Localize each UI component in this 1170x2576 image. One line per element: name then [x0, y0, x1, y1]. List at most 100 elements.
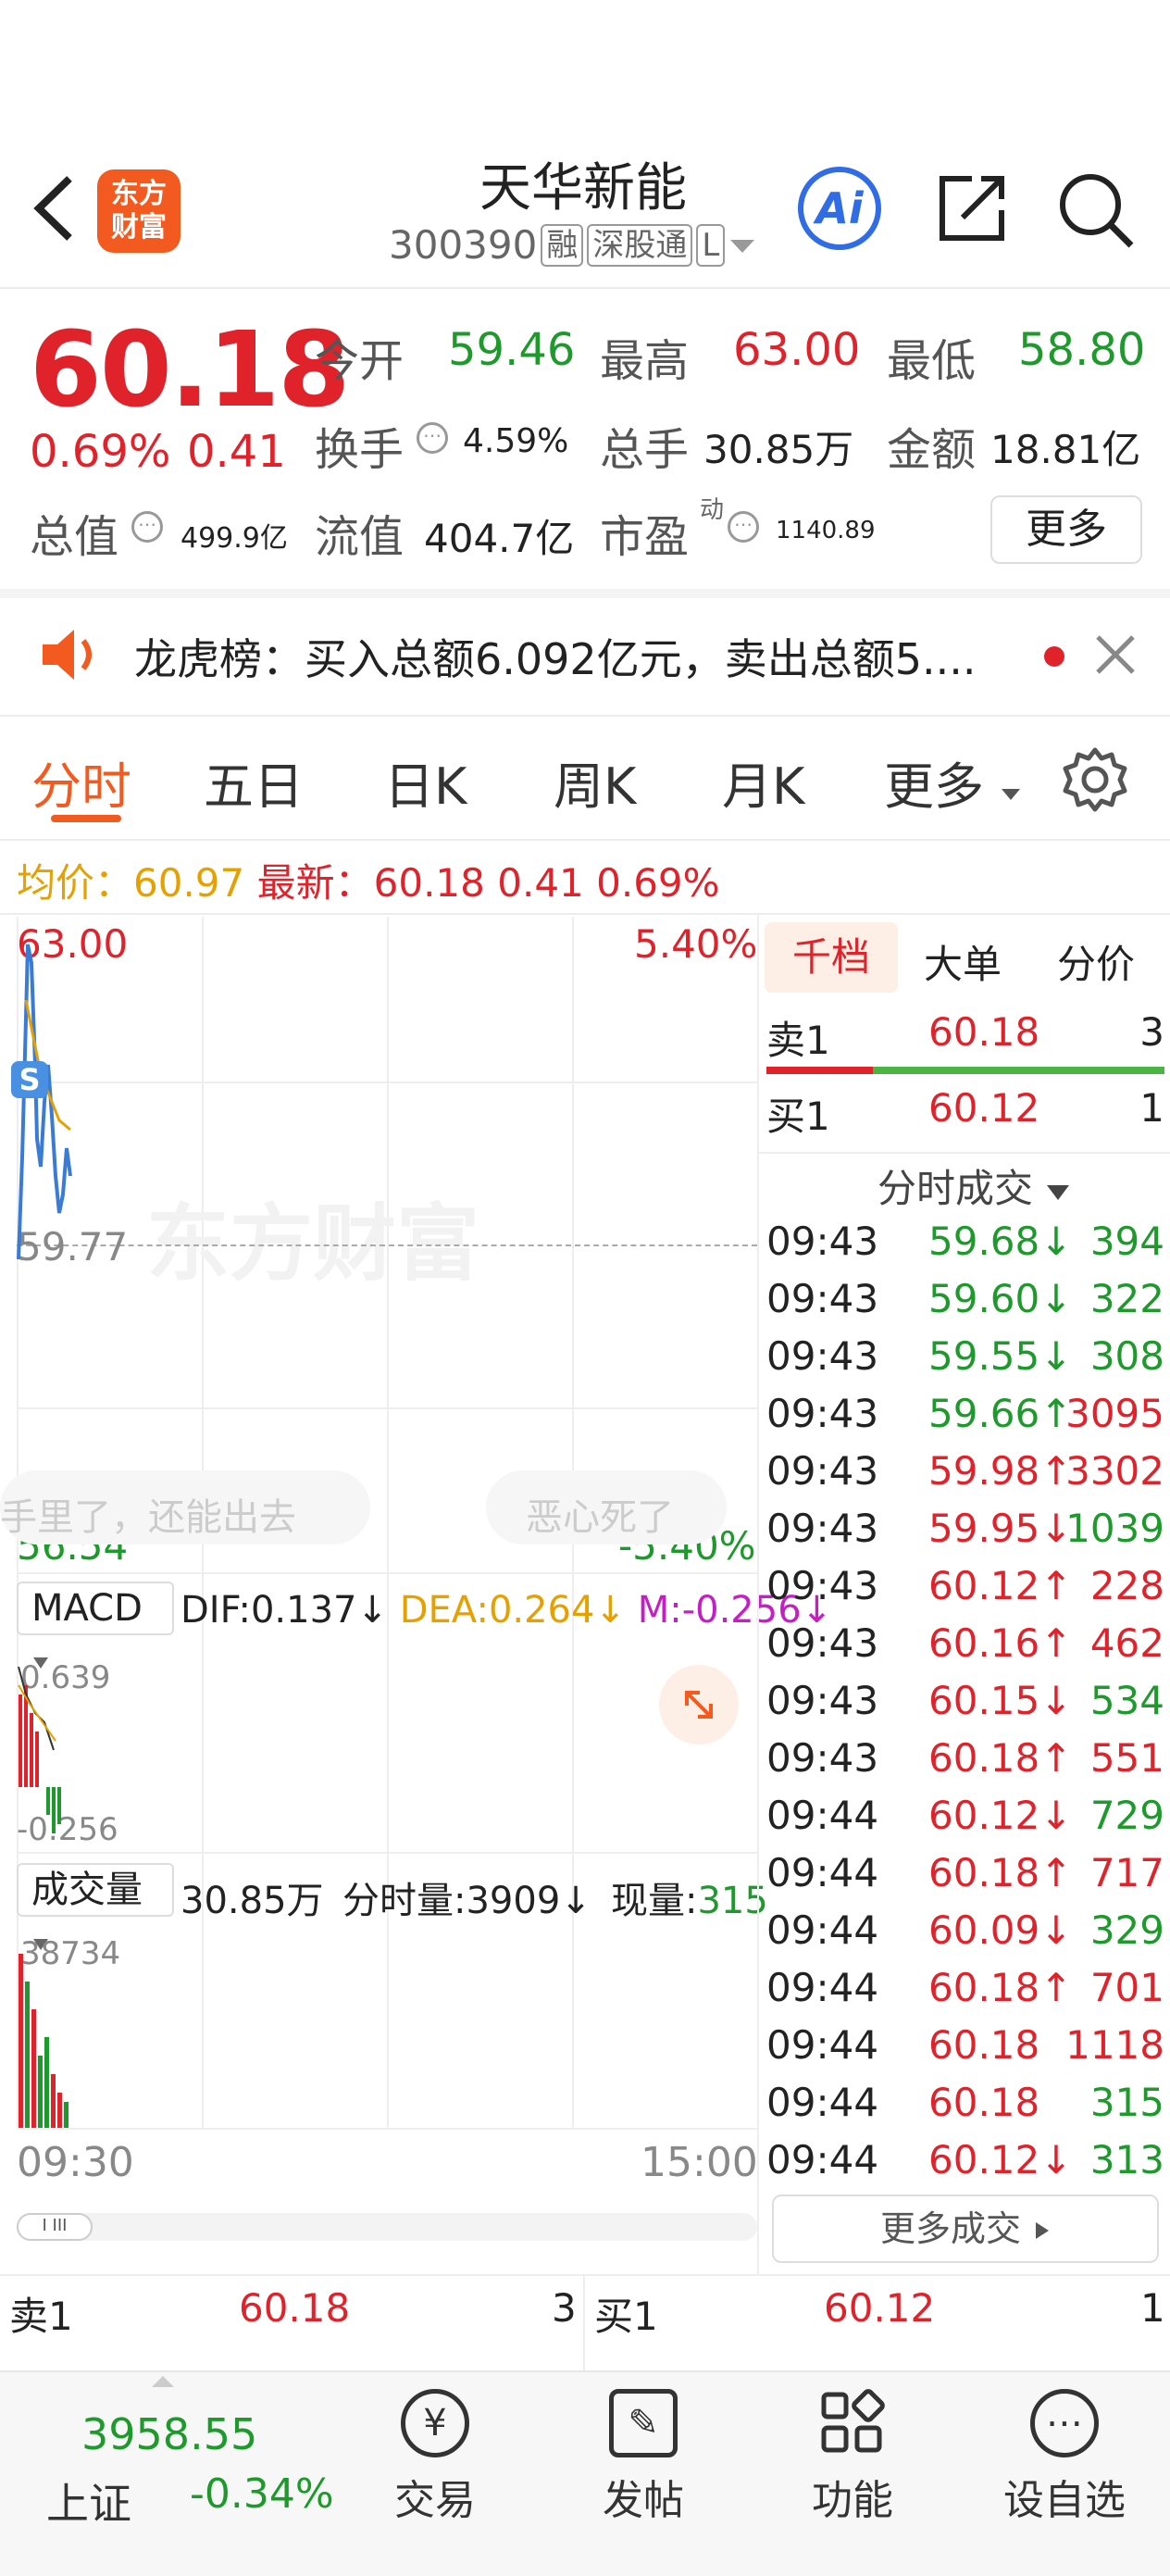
- high-label: 最高: [600, 335, 690, 387]
- avg-value: 60.97: [133, 860, 245, 906]
- tab-pricedist[interactable]: 分价: [1057, 933, 1135, 990]
- gear-icon: [1063, 747, 1127, 812]
- share-button[interactable]: [935, 171, 1009, 249]
- last-price: 60.18: [30, 310, 350, 431]
- expand-button[interactable]: [659, 1665, 739, 1744]
- scroll-handle[interactable]: I III: [17, 2213, 93, 2241]
- ticks-title-label: 分时成交: [878, 1166, 1034, 1211]
- caret-down-icon: [1047, 1185, 1070, 1200]
- tick-row: 09:44 60.09↓ 329: [766, 1907, 1164, 1965]
- info-icon[interactable]: ⋯: [728, 511, 759, 543]
- nav-trade[interactable]: ¥ 交易: [384, 2389, 486, 2526]
- stock-code-row[interactable]: 300390 融 深股通 L: [389, 222, 756, 268]
- tick-row: 09:43 59.55↓ 308: [766, 1333, 1164, 1391]
- turnover-value: 4.59%: [463, 422, 569, 460]
- tab-monthly[interactable]: 月K: [722, 745, 804, 819]
- share-icon: [940, 176, 1004, 241]
- tick-price: 60.18↑: [928, 1850, 1073, 1895]
- float-label: 流值: [315, 511, 405, 563]
- more-ticks-label: 更多成交: [879, 2208, 1021, 2249]
- more-ticks-button[interactable]: 更多成交: [772, 2195, 1159, 2263]
- tick-row: 09:43 60.12↑ 228: [766, 1563, 1164, 1620]
- tab-5day[interactable]: 五日: [204, 745, 304, 819]
- tab-depth[interactable]: 千档: [765, 922, 898, 993]
- tick-volume: 3095: [1065, 1391, 1164, 1436]
- tick-price: 60.12↓: [928, 2137, 1073, 2182]
- tick-time: 09:43: [766, 1678, 879, 1723]
- tab-daily[interactable]: 日K: [384, 745, 467, 819]
- tick-row: 09:43 59.95↓ 1039: [766, 1506, 1164, 1563]
- avg-label: 均价：: [17, 860, 134, 906]
- tick-row: 09:43 59.60↓ 322: [766, 1276, 1164, 1333]
- event-badge[interactable]: S: [11, 1061, 48, 1098]
- tick-volume: 729: [1089, 1793, 1164, 1838]
- nav-post[interactable]: ✎ 发帖: [592, 2389, 694, 2526]
- logo-text: 东方: [111, 178, 167, 210]
- tick-time: 09:43: [766, 1276, 879, 1321]
- tick-price: 60.18: [928, 2080, 1040, 2125]
- macd-dea: DEA:0.264↓: [399, 1589, 626, 1632]
- tag-l: L: [696, 223, 726, 267]
- info-icon[interactable]: ⋯: [131, 511, 163, 543]
- tick-time: 09:44: [766, 2137, 879, 2182]
- volume-minute: 分时量:3909↓: [342, 1880, 591, 1922]
- nav-functions-label: 功能: [812, 2477, 893, 2524]
- back-button[interactable]: [28, 171, 83, 245]
- low-label: 最低: [887, 335, 977, 387]
- indicator-label: MACD: [31, 1587, 143, 1630]
- caret-right-icon: [1036, 2222, 1050, 2239]
- ticks-title[interactable]: 分时成交: [878, 1157, 1071, 1214]
- volume-select[interactable]: 成交量: [17, 1863, 174, 1950]
- speaker-icon: [37, 622, 102, 691]
- tab-bigorder[interactable]: 大单: [924, 933, 1002, 990]
- search-button[interactable]: [1055, 169, 1139, 256]
- more-quote-button[interactable]: 更多: [990, 495, 1142, 564]
- tick-row: 09:43 60.18↑ 551: [766, 1735, 1164, 1793]
- tick-time: 09:44: [766, 2080, 879, 2125]
- ai-button[interactable]: Ai: [798, 167, 881, 250]
- tick-row: 09:43 60.15↓ 534: [766, 1678, 1164, 1735]
- volume-bars: [19, 1954, 68, 2130]
- buy1-row[interactable]: 买1 60.12 1: [766, 1085, 1164, 1143]
- nav-add-watchlist[interactable]: ⋯ 设自选: [995, 2389, 1134, 2526]
- tick-volume: 1039: [1065, 1506, 1164, 1551]
- mktcap-value: 499.9亿: [180, 522, 288, 555]
- tick-price: 60.18↑: [928, 1965, 1073, 2010]
- tick-row: 09:44 60.18↑ 701: [766, 1965, 1164, 2022]
- indicator-select[interactable]: MACD: [17, 1582, 174, 1669]
- tab-more[interactable]: 更多: [884, 745, 1022, 819]
- close-icon: [1096, 635, 1135, 674]
- tick-price: 60.12↑: [928, 1563, 1073, 1608]
- tick-volume: 313: [1089, 2137, 1164, 2182]
- tick-time: 09:43: [766, 1620, 879, 1666]
- y-high-pct: 5.40%: [634, 921, 758, 967]
- sell1-row[interactable]: 卖1 60.18 3: [766, 1009, 1164, 1067]
- chart-scrollbar[interactable]: I III: [17, 2213, 757, 2241]
- volume-now-label: 现量:: [611, 1880, 698, 1922]
- tab-intraday[interactable]: 分时: [31, 745, 131, 819]
- volume-label: 成交量: [31, 1869, 143, 1911]
- tick-time: 09:44: [766, 1850, 879, 1895]
- app-logo[interactable]: 东方 财富: [97, 169, 180, 253]
- tick-row: 09:44 60.12↓ 313: [766, 2137, 1164, 2195]
- chevron-left-icon: [33, 176, 72, 241]
- notice-text[interactable]: 龙虎榜：买入总额6.092亿元，卖出总额5....: [134, 626, 1051, 687]
- ob-buy1-price: 60.12: [824, 2285, 936, 2331]
- amount-label: 金额: [887, 424, 977, 476]
- collapse-arrow-icon[interactable]: [152, 2376, 174, 2387]
- tab-more-label: 更多: [884, 757, 984, 816]
- close-notice-button[interactable]: [1092, 631, 1139, 682]
- info-icon[interactable]: ⋯: [417, 422, 448, 454]
- nav-functions[interactable]: 功能: [802, 2389, 903, 2526]
- ob-sell1-label: 卖1: [9, 2294, 73, 2339]
- ob-buy1-vol: 1: [1140, 2285, 1165, 2331]
- index-name[interactable]: 上证: [46, 2470, 131, 2532]
- tick-row: 09:43 60.16↑ 462: [766, 1620, 1164, 1678]
- tick-price: 59.98↑: [928, 1448, 1073, 1494]
- tick-volume: 462: [1089, 1620, 1164, 1666]
- index-value[interactable]: 3958.55: [81, 2409, 257, 2459]
- tab-weekly[interactable]: 周K: [554, 745, 636, 819]
- chart-settings-button[interactable]: [1061, 745, 1129, 818]
- float-value: 404.7亿: [424, 516, 575, 561]
- index-pct[interactable]: -0.34%: [190, 2470, 334, 2518]
